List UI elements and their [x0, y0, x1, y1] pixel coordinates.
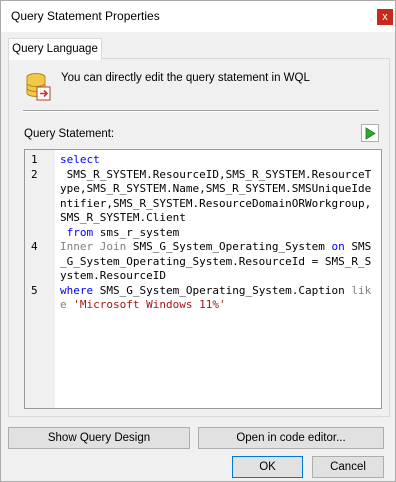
- code-string: 'Microsoft Windows 11%': [73, 298, 226, 311]
- code-keyword: on: [331, 240, 345, 253]
- divider: [23, 110, 379, 112]
- code-token: sms_r_system: [93, 225, 180, 239]
- code-keyword: from: [60, 225, 94, 239]
- code-keyword: Inner Join: [60, 240, 127, 253]
- query-statement-label: Query Statement:: [24, 128, 115, 140]
- line-number-gutter: [25, 150, 55, 408]
- code-token: SMS_G_System_Operating_System: [126, 240, 332, 253]
- code-token: SMS_R_SYSTEM.ResourceID,SMS_R_SYSTEM.Res…: [60, 167, 372, 225]
- code-text: Inner Join SMS_G_System_Operating_System…: [60, 240, 374, 284]
- info-text: You can directly edit the query statemen…: [61, 72, 310, 84]
- code-text: where SMS_G_System_Operating_System.Capt…: [60, 284, 374, 313]
- run-query-icon: [365, 127, 376, 140]
- query-language-panel: You can directly edit the query statemen…: [8, 58, 390, 417]
- code-text: SMS_R_SYSTEM.ResourceID,SMS_R_SYSTEM.Res…: [60, 168, 374, 226]
- window-title: Query Statement Properties: [11, 9, 160, 23]
- line-number: 2: [31, 167, 38, 181]
- code-token: SMS_G_System_Operating_System.Caption: [93, 283, 352, 297]
- tab-query-language[interactable]: Query Language: [8, 38, 102, 60]
- code-keyword: where: [60, 283, 94, 297]
- query-editor[interactable]: 1 select 2 SMS_R_SYSTEM.ResourceID,SMS_R_S…: [24, 149, 382, 409]
- line-number: 4: [31, 240, 38, 253]
- code-keyword: select: [60, 153, 100, 166]
- line-number: 1: [31, 153, 38, 166]
- ok-button[interactable]: OK: [232, 456, 303, 478]
- open-in-code-editor-button[interactable]: Open in code editor...: [198, 427, 384, 449]
- close-icon[interactable]: x: [377, 9, 393, 25]
- query-statement-properties-dialog: Query Statement Properties x Query Langu…: [0, 0, 396, 482]
- code-text: select: [60, 153, 374, 168]
- cancel-button[interactable]: Cancel: [312, 456, 384, 478]
- show-query-design-button[interactable]: Show Query Design: [8, 427, 190, 449]
- database-query-icon: [25, 72, 51, 102]
- line-number: 5: [31, 283, 38, 297]
- code-text: from sms_r_system: [60, 226, 374, 241]
- title-bar: Query Statement Properties x: [1, 1, 395, 32]
- run-query-button[interactable]: [361, 124, 379, 142]
